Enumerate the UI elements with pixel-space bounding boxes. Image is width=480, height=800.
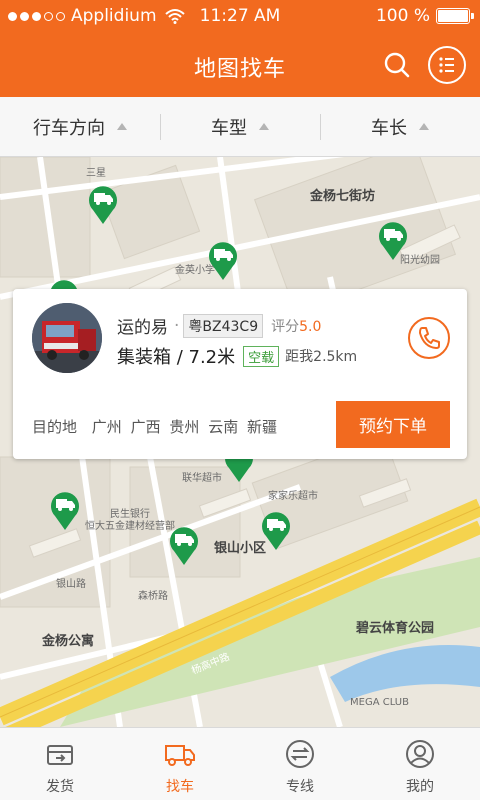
filter-bar: 行车方向 车型 车长: [0, 97, 480, 157]
destination-item: 广西: [130, 418, 161, 436]
filter-label: 车型: [211, 117, 247, 139]
truck-avatar: [32, 303, 102, 373]
rating: 评分5.0: [271, 316, 321, 336]
rating-label: 评分: [271, 318, 300, 335]
tab-route[interactable]: 专线: [240, 728, 360, 800]
caret-up-icon: [259, 123, 269, 130]
driver-info: 运的易 · 粤BZ43C9 评分5.0: [117, 313, 321, 338]
shipment-icon: [47, 745, 73, 765]
book-order-button[interactable]: 预约下单: [336, 401, 450, 448]
truck-pin[interactable]: [167, 522, 201, 566]
tab-label: 我的: [406, 779, 434, 795]
map-label: 联华超市: [182, 473, 222, 484]
tab-label: 专线: [286, 779, 314, 795]
filter-direction[interactable]: 行车方向: [0, 97, 160, 156]
caret-up-icon: [419, 123, 429, 130]
driver-name: 运的易: [117, 318, 168, 338]
load-status-badge: 空载: [243, 345, 280, 367]
profile-icon: [406, 740, 434, 768]
truck-pin[interactable]: [86, 181, 120, 225]
filter-vehicle-type[interactable]: 车型: [160, 97, 320, 156]
destination-item: 新疆: [246, 418, 277, 436]
vehicle-type-length: 集装箱 / 7.2米: [117, 347, 236, 368]
map-label: 家家乐超市: [268, 491, 318, 502]
map-label: 银山路: [56, 579, 86, 590]
call-button[interactable]: [408, 317, 450, 359]
filter-vehicle-length[interactable]: 车长: [320, 97, 480, 156]
tab-shipment[interactable]: 发货: [0, 728, 120, 800]
truck-photo-icon: [32, 303, 102, 373]
phone-icon: [419, 327, 440, 349]
list-menu-icon: [439, 57, 454, 73]
battery-icon: [436, 8, 474, 24]
tab-label: 找车: [166, 779, 194, 795]
license-plate: 粤BZ43C9: [183, 313, 264, 338]
tab-profile[interactable]: 我的: [360, 728, 480, 800]
destination-list: 目的地 广州 广西 贵州 云南 新疆: [32, 416, 281, 437]
caret-up-icon: [117, 123, 127, 130]
route-icon: [286, 740, 314, 768]
map-label: 森桥路: [138, 591, 168, 602]
search-icon[interactable]: [383, 51, 411, 79]
battery: 100 %: [375, 6, 474, 26]
destination-item: 云南: [208, 418, 239, 436]
map-label: 恒大五金建材经营部: [85, 521, 175, 532]
truck-pin[interactable]: [48, 487, 82, 531]
list-menu-button[interactable]: [428, 46, 466, 84]
distance: 距我2.5km: [285, 349, 358, 365]
destination-item: 广州: [91, 418, 122, 436]
destination-item: 贵州: [169, 418, 200, 436]
map-label: 三星: [86, 168, 106, 179]
truck-pin[interactable]: [259, 507, 293, 551]
truck-pin[interactable]: [376, 217, 410, 261]
tab-label: 发货: [46, 779, 74, 795]
separator: ·: [174, 315, 180, 336]
tab-bar: 发货 找车 专线 我的: [0, 727, 480, 800]
nav-bar: 地图找车: [0, 33, 480, 97]
filter-label: 行车方向: [33, 117, 105, 139]
vehicle-info-card[interactable]: 运的易 · 粤BZ43C9 评分5.0 集装箱 / 7.2米 空载 距我2.5k…: [13, 289, 467, 459]
map-label: 金杨七街坊: [310, 189, 376, 204]
vehicle-spec: 集装箱 / 7.2米 空载 距我2.5km: [117, 343, 357, 369]
truck-pin[interactable]: [206, 237, 240, 281]
truck-icon: [165, 745, 195, 766]
battery-level: 100 %: [375, 6, 430, 26]
map-label: MEGA CLUB: [350, 697, 409, 708]
map-label: 碧云体育公园: [356, 621, 435, 636]
tab-find-truck[interactable]: 找车: [120, 728, 240, 800]
destination-label: 目的地: [32, 418, 78, 436]
filter-label: 车长: [371, 117, 407, 139]
map-label: 金杨公寓: [42, 634, 95, 649]
rating-value: 5.0: [299, 318, 322, 335]
status-bar: Applidium 11:27 AM 100 %: [0, 0, 480, 33]
